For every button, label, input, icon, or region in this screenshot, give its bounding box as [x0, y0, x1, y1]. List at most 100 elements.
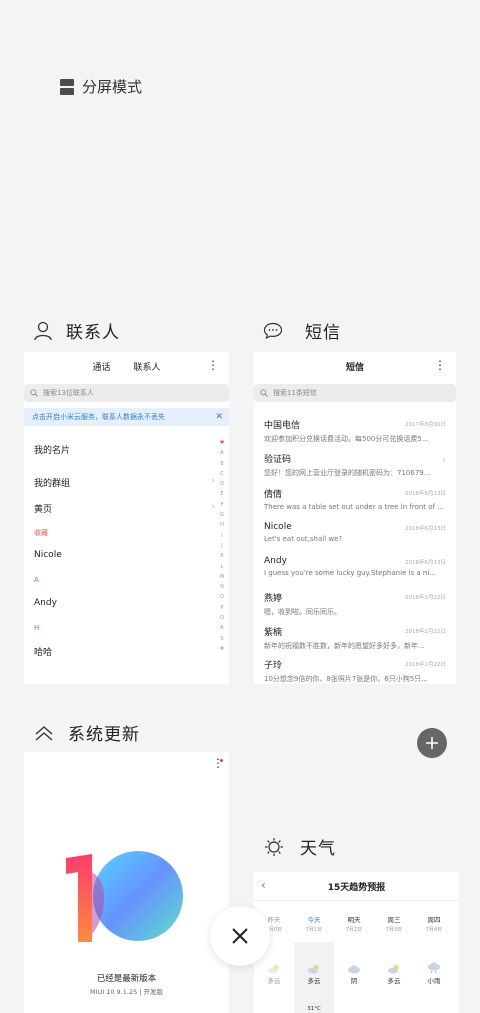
- message-row[interactable]: 验证码 › 您好！您的网上营业厅登录的随机密码为：710679...: [264, 452, 446, 478]
- more-icon[interactable]: ⋮: [434, 358, 446, 372]
- my-card-row[interactable]: 我的名片: [34, 443, 70, 456]
- split-screen-icon: [60, 78, 74, 95]
- message-date: 2017年8月30日: [405, 422, 446, 428]
- alpha-letter[interactable]: Q: [217, 613, 227, 623]
- contacts-title: 联系人: [66, 323, 120, 343]
- alpha-letter[interactable]: #: [217, 644, 227, 654]
- alpha-letter[interactable]: I: [217, 531, 227, 541]
- message-row[interactable]: 燕婷 2018年2月22日 嗯，收到啦。同乐同乐。: [264, 591, 446, 617]
- alpha-letter[interactable]: L: [217, 562, 227, 572]
- tab-contacts[interactable]: 联系人: [133, 363, 160, 373]
- updater-app-header: 系统更新: [34, 720, 140, 745]
- search-icon: [260, 389, 268, 397]
- sms-card[interactable]: 短信 ⋮ 搜索11条短信 中国电信 2017年8月30日 欢迎参加积分兑换话费活…: [254, 352, 456, 684]
- alpha-letter[interactable]: H: [217, 520, 227, 530]
- alpha-letter[interactable]: O: [217, 592, 227, 602]
- alpha-letter[interactable]: R: [217, 623, 227, 633]
- message-date: 2018年2月22日: [405, 629, 446, 635]
- message-sender: 验证码: [264, 455, 292, 465]
- updater-card[interactable]: ⋮ 已经是最新版本 MIUI 10 9.1.25 | 开发版: [24, 752, 229, 1013]
- message-row[interactable]: Nicole 2018年6月13日 Let's eat out,shall we…: [264, 522, 446, 543]
- alpha-letter[interactable]: ♥: [217, 438, 227, 448]
- sms-search-input[interactable]: 搜索11条短信: [254, 384, 456, 402]
- message-date: 2018年6月13日: [405, 560, 446, 566]
- message-preview: There was a table set out under a tree i…: [264, 503, 444, 511]
- alpha-letter[interactable]: J: [217, 541, 227, 551]
- message-row[interactable]: 紫楠 2018年2月22日 新年的祝福数不胜数，新年的愿望好多好多，新年...: [264, 625, 446, 651]
- alpha-letter[interactable]: D: [217, 479, 227, 489]
- alpha-letter[interactable]: A: [217, 448, 227, 458]
- condition-label: 阴: [350, 977, 358, 985]
- my-groups-row[interactable]: 我的群组: [34, 476, 70, 489]
- weather-card[interactable]: ‹ 15天趋势预报 昨天 7月0日 今天 7月1日 明天 7月2日 周三 7月3…: [254, 872, 459, 1013]
- message-row[interactable]: Andy 2018年6月13日 I guess you're some luck…: [264, 556, 446, 577]
- yellow-pages-row[interactable]: 黄页: [34, 502, 52, 515]
- message-row[interactable]: 倩倩 2018年6月13日 There was a table set out …: [264, 487, 446, 511]
- alpha-letter[interactable]: F: [217, 500, 227, 510]
- day-date: 7月4日: [425, 927, 443, 933]
- message-date: 2018年6月13日: [405, 526, 446, 532]
- forecast-day[interactable]: 周四 7月4日: [414, 914, 454, 933]
- message-preview: 新年的祝福数不胜数，新年的愿望好多好多，新年...: [264, 642, 425, 650]
- contact-andy[interactable]: Andy: [34, 598, 57, 608]
- sms-search-placeholder: 搜索11条短信: [273, 389, 317, 397]
- alpha-letter[interactable]: S: [217, 634, 227, 644]
- forecast-day[interactable]: 明天 7月2日: [334, 914, 374, 933]
- forecast-day[interactable]: 周三 7月3日: [374, 914, 414, 933]
- message-preview: I guess you're some lucky guy.Stephanie …: [264, 569, 436, 577]
- weather-title: 天气: [300, 839, 336, 859]
- alpha-letter[interactable]: K: [217, 551, 227, 561]
- message-preview: Let's eat out,shall we?: [264, 535, 343, 543]
- contacts-card[interactable]: 通话 联系人 ⋮ 搜索13位联系人 点击开启小米云服务，联系人数据永不丢失 ✕ …: [24, 352, 229, 684]
- split-mode-button[interactable]: 分屏模式: [60, 76, 142, 97]
- split-mode-label: 分屏模式: [82, 78, 143, 96]
- person-icon: [34, 321, 52, 340]
- contacts-search-input[interactable]: 搜索13位联系人: [24, 384, 229, 402]
- close-banner-icon[interactable]: ✕: [215, 412, 223, 422]
- condition-label: 多云: [307, 977, 321, 985]
- divider: [254, 900, 459, 901]
- notification-dot: [220, 759, 223, 762]
- message-row[interactable]: 中国电信 2017年8月30日 欢迎参加积分兑换话费活动，每500分可兑换话费5…: [264, 418, 446, 444]
- cloud-banner[interactable]: 点击开启小米云服务，联系人数据永不丢失 ✕: [24, 408, 229, 426]
- day-label: 明天: [347, 916, 361, 924]
- weather-app-header: 天气: [264, 834, 336, 859]
- sms-header-title: 短信: [345, 363, 364, 373]
- alpha-letter[interactable]: E: [217, 489, 227, 499]
- clear-recents-button[interactable]: [210, 906, 270, 966]
- close-icon: [232, 928, 248, 944]
- day-label: 今天: [307, 916, 321, 924]
- section-favorites: 收藏: [34, 529, 48, 537]
- new-message-button[interactable]: [417, 728, 447, 758]
- forecast-day[interactable]: 今天 7月1日: [294, 914, 334, 933]
- tab-calls[interactable]: 通话: [93, 363, 111, 373]
- contact-nicole[interactable]: Nicole: [34, 550, 62, 560]
- alpha-letter[interactable]: C: [217, 469, 227, 479]
- message-preview: 嗯，收到啦。同乐同乐。: [264, 608, 341, 616]
- chevron-right-icon: ›: [211, 476, 215, 486]
- more-icon[interactable]: ⋮: [207, 358, 219, 372]
- section-a: A: [34, 576, 39, 584]
- alpha-letter[interactable]: N: [217, 582, 227, 592]
- message-date: 2018年2月22日: [405, 595, 446, 601]
- contacts-search-placeholder: 搜索13位联系人: [43, 389, 94, 397]
- contacts-app-header: 联系人: [34, 318, 120, 343]
- more-icon[interactable]: ⋮: [212, 756, 224, 770]
- alpha-letter[interactable]: M: [217, 572, 227, 582]
- message-row[interactable]: 子玲 2018年2月22日 10分想念9倍的你，8张照片7张是你，6只小狗5只.…: [264, 658, 446, 684]
- alpha-letter[interactable]: G: [217, 510, 227, 520]
- condition-label: 多云: [267, 977, 281, 985]
- alpha-letter[interactable]: B: [217, 459, 227, 469]
- alphabet-index[interactable]: ♥ A B C D E F G H I J K L M N O P Q R S …: [217, 438, 227, 654]
- plus-icon: [426, 737, 438, 749]
- day-date: 7月1日: [305, 927, 323, 933]
- cloud-banner-text: 点击开启小米云服务，联系人数据永不丢失: [32, 413, 165, 421]
- sun-icon: [265, 837, 283, 856]
- contact-haha[interactable]: 哈哈: [34, 645, 52, 658]
- chevron-right-icon: ›: [211, 502, 215, 512]
- forecast-header: 15天趋势预报: [327, 883, 386, 893]
- alpha-letter[interactable]: P: [217, 603, 227, 613]
- temperature-label: 31°C: [307, 1006, 321, 1012]
- double-chevron-up-icon: [35, 725, 53, 741]
- search-icon: [30, 389, 38, 397]
